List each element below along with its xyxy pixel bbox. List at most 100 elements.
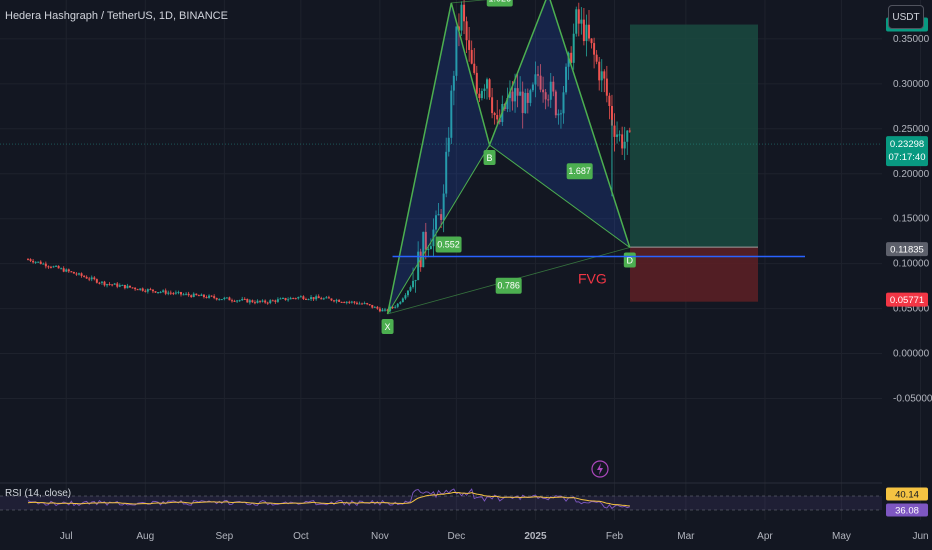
candle-body <box>144 290 147 292</box>
candle-body <box>626 130 629 142</box>
candle-body <box>577 9 580 24</box>
candle-body <box>269 300 272 304</box>
candle-body <box>274 300 277 302</box>
candle-body <box>177 292 180 294</box>
candle-body <box>202 294 205 298</box>
x-tick-label: Sep <box>215 531 233 542</box>
candle-body <box>241 298 244 301</box>
candle-body <box>37 261 40 263</box>
candle-body <box>621 134 624 149</box>
candle-body <box>585 24 588 42</box>
candle-body <box>246 298 249 303</box>
candle-body <box>185 293 188 295</box>
candle-body <box>595 54 598 62</box>
candle-body <box>146 289 149 292</box>
candle-body <box>75 273 78 275</box>
candle-body <box>238 300 241 302</box>
candle-body <box>182 294 185 296</box>
candle-body <box>113 283 116 285</box>
candle-body <box>174 292 177 294</box>
point-label-b: B <box>487 153 493 163</box>
candle-body <box>52 266 55 268</box>
candle-body <box>475 72 478 94</box>
candle-body <box>159 291 162 293</box>
candle-body <box>310 297 313 300</box>
candle-body <box>27 259 29 261</box>
x-tick-label: May <box>832 531 851 542</box>
stop-price-tag: 0.05771 <box>890 295 924 306</box>
candle-body <box>190 295 193 297</box>
candle-body <box>162 290 165 292</box>
candle-body <box>167 292 170 294</box>
candle-body <box>80 273 83 276</box>
candle-body <box>399 302 402 304</box>
candle-body <box>65 269 68 272</box>
candle-body <box>480 90 483 99</box>
candle-body <box>287 299 290 301</box>
candle-body <box>231 300 233 302</box>
candle-body <box>396 303 399 307</box>
candle-body <box>98 282 101 284</box>
candle-body <box>384 309 386 311</box>
candle-body <box>215 297 218 300</box>
candle-body <box>623 141 626 149</box>
candle-body <box>131 287 134 289</box>
x-tick-label: Oct <box>293 531 309 542</box>
x-tick-label: Apr <box>757 531 773 542</box>
candle-body <box>164 290 167 294</box>
candle-body <box>139 288 142 290</box>
candle-body <box>47 266 50 268</box>
candle-body <box>322 298 325 300</box>
point-label-x: X <box>385 322 391 332</box>
y-tick-label: 0.20000 <box>893 169 930 180</box>
candle-body <box>200 294 203 296</box>
candle-body <box>406 290 409 296</box>
candle-body <box>572 33 575 63</box>
candle-body <box>83 275 86 277</box>
candle-body <box>67 269 70 272</box>
y-tick-label: 0.30000 <box>893 79 930 90</box>
y-tick-label: 0.15000 <box>893 214 930 225</box>
candle-body <box>460 4 463 31</box>
stop-zone <box>630 247 758 302</box>
price-chart[interactable]: XABCD0.5521.0261.6870.786 FVG 0.400000.3… <box>0 0 932 550</box>
currency-unit-button[interactable]: USDT <box>888 5 924 29</box>
candle-body <box>253 302 256 304</box>
rsi-band <box>0 496 882 510</box>
candle-body <box>49 266 52 268</box>
rsi-pane <box>0 482 882 511</box>
candle-body <box>593 43 596 55</box>
x-tick-label: Dec <box>448 531 466 542</box>
x-tick-label: Nov <box>371 531 389 542</box>
candle-body <box>57 265 60 269</box>
candle-body <box>136 289 139 291</box>
candle-body <box>299 296 302 298</box>
candle-body <box>116 283 119 287</box>
candle-body <box>317 296 320 299</box>
fvg-annotation: FVG <box>578 270 607 286</box>
candle-body <box>60 268 63 270</box>
candle-body <box>616 134 619 137</box>
countdown-tag: 07:17:40 <box>889 152 926 163</box>
candle-body <box>279 298 282 300</box>
candle-body <box>95 279 98 283</box>
candle-body <box>297 297 300 299</box>
candle-body <box>85 276 88 279</box>
candle-body <box>208 295 211 298</box>
candle-body <box>312 297 315 300</box>
candle-body <box>355 302 358 304</box>
ratio-label: 1.026 <box>488 0 511 3</box>
candle-body <box>613 125 616 137</box>
candle-body <box>284 297 287 301</box>
rsi-indicator-label[interactable]: RSI (14, close) <box>5 488 71 499</box>
candle-body <box>141 288 144 291</box>
y-tick-label: -0.05000 <box>893 394 932 405</box>
candle-body <box>580 19 583 24</box>
candle-body <box>371 304 374 308</box>
candle-body <box>197 295 200 297</box>
candle-body <box>363 303 366 305</box>
y-tick-label: 0.10000 <box>893 259 930 270</box>
candle-body <box>348 301 351 303</box>
lightning-bolt-icon <box>597 463 603 475</box>
candle-body <box>149 289 152 291</box>
